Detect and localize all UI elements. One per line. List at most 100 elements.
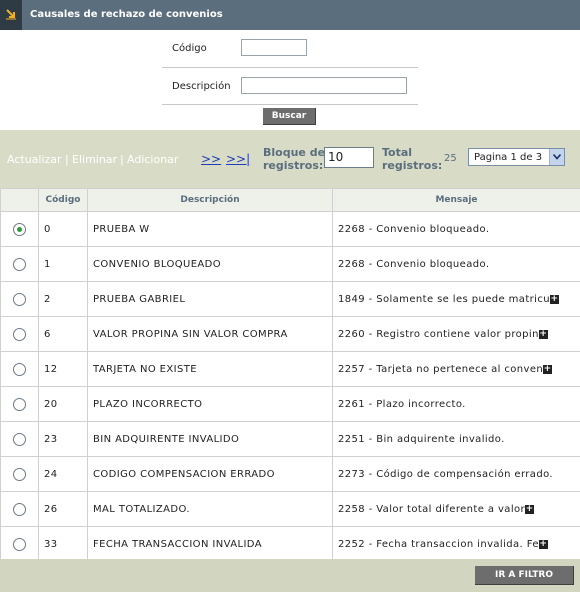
expand-plus-icon[interactable]: + bbox=[538, 329, 548, 339]
table-row[interactable]: 24 CODIGO COMPENSACION ERRADO 2273 - Códig… bbox=[0, 456, 580, 492]
table-row[interactable]: 6 VALOR PROPINA SIN VALOR COMPRA 2260 - Re… bbox=[0, 316, 580, 352]
cell-descripcion: VALOR PROPINA SIN VALOR COMPRA bbox=[87, 316, 333, 352]
header-descripcion: Descripción bbox=[87, 188, 333, 212]
actualizar-link[interactable]: Actualizar bbox=[7, 153, 62, 166]
toolbar-separator: | bbox=[120, 153, 124, 166]
table-row[interactable]: 0 PRUEBA W 2268 - Convenio bloqueado. bbox=[0, 211, 580, 247]
table-row[interactable]: 33 FECHA TRANSACCION INVALIDA 2252 - Fecha… bbox=[0, 526, 580, 562]
mensaje-text: 2273 - Código de compensación errado. bbox=[338, 468, 554, 480]
cell-codigo: 12 bbox=[38, 351, 88, 387]
cell-mensaje: 2261 - Plazo incorrecto. bbox=[332, 386, 580, 422]
page-header: Causales de rechazo de convenios bbox=[0, 0, 580, 30]
mensaje-text: 2261 - Plazo incorrecto. bbox=[338, 398, 466, 410]
row-select-cell bbox=[0, 491, 39, 527]
last-page-link[interactable]: >>| bbox=[226, 152, 250, 166]
table-row[interactable]: 12 TARJETA NO EXISTE 2257 - Tarjeta no per… bbox=[0, 351, 580, 387]
ir-a-filtro-button[interactable]: IR A FILTRO bbox=[475, 566, 574, 585]
cell-codigo: 0 bbox=[38, 211, 88, 247]
cell-descripcion: BIN ADQUIRENTE INVALIDO bbox=[87, 421, 333, 457]
form-divider bbox=[162, 104, 418, 105]
bloque-label-line1: Bloque de bbox=[263, 146, 326, 159]
mensaje-wrap: 2252 - Fecha transaccion invalida. Fe + bbox=[338, 539, 580, 550]
mensaje-text: 2251 - Bin adquirente invalido. bbox=[338, 433, 505, 445]
row-radio[interactable] bbox=[13, 362, 26, 376]
adicionar-link[interactable]: Adicionar bbox=[127, 153, 178, 166]
expand-plus-icon[interactable]: + bbox=[538, 539, 548, 549]
cell-mensaje: 2258 - Valor total diferente a valor + bbox=[332, 491, 580, 527]
header-select bbox=[0, 188, 39, 212]
row-radio[interactable] bbox=[13, 257, 26, 271]
row-select-cell bbox=[0, 526, 39, 562]
cell-codigo: 23 bbox=[38, 421, 88, 457]
row-radio[interactable] bbox=[13, 397, 26, 411]
page-select-value: Pagina 1 de 3 bbox=[474, 152, 543, 163]
row-radio[interactable] bbox=[13, 222, 26, 236]
row-radio[interactable] bbox=[13, 292, 26, 306]
row-radio[interactable] bbox=[13, 432, 26, 446]
arrow-down-right-icon bbox=[0, 0, 22, 30]
total-registros-value: 25 bbox=[444, 153, 457, 164]
eliminar-link[interactable]: Eliminar bbox=[72, 153, 117, 166]
search-button[interactable]: Buscar bbox=[263, 108, 316, 125]
descripcion-input[interactable] bbox=[241, 77, 407, 94]
expand-plus-icon[interactable]: + bbox=[549, 294, 559, 304]
mensaje-wrap: 2261 - Plazo incorrecto. bbox=[338, 399, 580, 410]
bloque-registros-input[interactable]: 10 bbox=[324, 147, 374, 168]
cell-descripcion: PRUEBA GABRIEL bbox=[87, 281, 333, 317]
cell-codigo: 24 bbox=[38, 456, 88, 492]
codigo-label: Código bbox=[172, 43, 207, 54]
mensaje-text: 2252 - Fecha transaccion invalida. Fe bbox=[338, 538, 539, 550]
mensaje-wrap: 2273 - Código de compensación errado. bbox=[338, 469, 580, 480]
cell-descripcion: MAL TOTALIZADO. bbox=[87, 491, 333, 527]
row-select-cell bbox=[0, 421, 39, 457]
table-row[interactable]: 20 PLAZO INCORRECTO 2261 - Plazo incorrect… bbox=[0, 386, 580, 422]
chevron-down-icon[interactable] bbox=[549, 149, 564, 165]
row-radio[interactable] bbox=[13, 502, 26, 516]
cell-codigo: 1 bbox=[38, 246, 88, 282]
total-label: Total registros: bbox=[382, 146, 442, 172]
row-radio[interactable] bbox=[13, 467, 26, 481]
expand-plus-icon[interactable]: + bbox=[543, 364, 553, 374]
bloque-label: Bloque de registros: bbox=[263, 146, 325, 172]
cell-descripcion: PLAZO INCORRECTO bbox=[87, 386, 333, 422]
row-radio[interactable] bbox=[13, 537, 26, 551]
total-label-line2: registros: bbox=[382, 159, 443, 172]
cell-mensaje: 1849 - Solamente se les puede matricu + bbox=[332, 281, 580, 317]
row-select-cell bbox=[0, 456, 39, 492]
mensaje-wrap: 2258 - Valor total diferente a valor + bbox=[338, 504, 580, 515]
header-mensaje: Mensaje bbox=[332, 188, 580, 212]
table-row[interactable]: 26 MAL TOTALIZADO. 2258 - Valor total dife… bbox=[0, 491, 580, 527]
table-row[interactable]: 23 BIN ADQUIRENTE INVALIDO 2251 - Bin adqu… bbox=[0, 421, 580, 457]
table-row[interactable]: 2 PRUEBA GABRIEL 1849 - Solamente se les p… bbox=[0, 281, 580, 317]
toolbar-separator: | bbox=[65, 153, 69, 166]
cell-mensaje: 2251 - Bin adquirente invalido. bbox=[332, 421, 580, 457]
codigo-input[interactable] bbox=[241, 39, 307, 56]
mensaje-text: 2268 - Convenio bloqueado. bbox=[338, 223, 490, 235]
cell-codigo: 2 bbox=[38, 281, 88, 317]
mensaje-wrap: 2251 - Bin adquirente invalido. bbox=[338, 434, 580, 445]
descripcion-label: Descripción bbox=[172, 81, 231, 92]
row-select-cell bbox=[0, 386, 39, 422]
header-codigo: Código bbox=[38, 188, 88, 212]
page-select[interactable]: Pagina 1 de 3 bbox=[468, 148, 565, 166]
cell-mensaje: 2257 - Tarjeta no pertenece al conven + bbox=[332, 351, 580, 387]
mensaje-text: 2257 - Tarjeta no pertenece al conven bbox=[338, 363, 544, 375]
cell-descripcion: CODIGO COMPENSACION ERRADO bbox=[87, 456, 333, 492]
cell-mensaje: 2252 - Fecha transaccion invalida. Fe + bbox=[332, 526, 580, 562]
row-radio[interactable] bbox=[13, 327, 26, 341]
next-page-link[interactable]: >> bbox=[201, 152, 221, 166]
cell-codigo: 20 bbox=[38, 386, 88, 422]
form-divider bbox=[162, 67, 418, 68]
mensaje-text: 1849 - Solamente se les puede matricu bbox=[338, 293, 550, 305]
expand-plus-icon[interactable]: + bbox=[525, 504, 535, 514]
row-select-cell bbox=[0, 316, 39, 352]
page-title: Causales de rechazo de convenios bbox=[30, 9, 223, 20]
mensaje-wrap: 2268 - Convenio bloqueado. bbox=[338, 224, 580, 235]
cell-descripcion: PRUEBA W bbox=[87, 211, 333, 247]
cell-mensaje: 2268 - Convenio bloqueado. bbox=[332, 246, 580, 282]
table-header-row: Código Descripción Mensaje bbox=[0, 188, 580, 212]
cell-descripcion: TARJETA NO EXISTE bbox=[87, 351, 333, 387]
cell-codigo: 26 bbox=[38, 491, 88, 527]
table-row[interactable]: 1 CONVENIO BLOQUEADO 2268 - Convenio bloqu… bbox=[0, 246, 580, 282]
mensaje-wrap: 1849 - Solamente se les puede matricu + bbox=[338, 294, 580, 305]
